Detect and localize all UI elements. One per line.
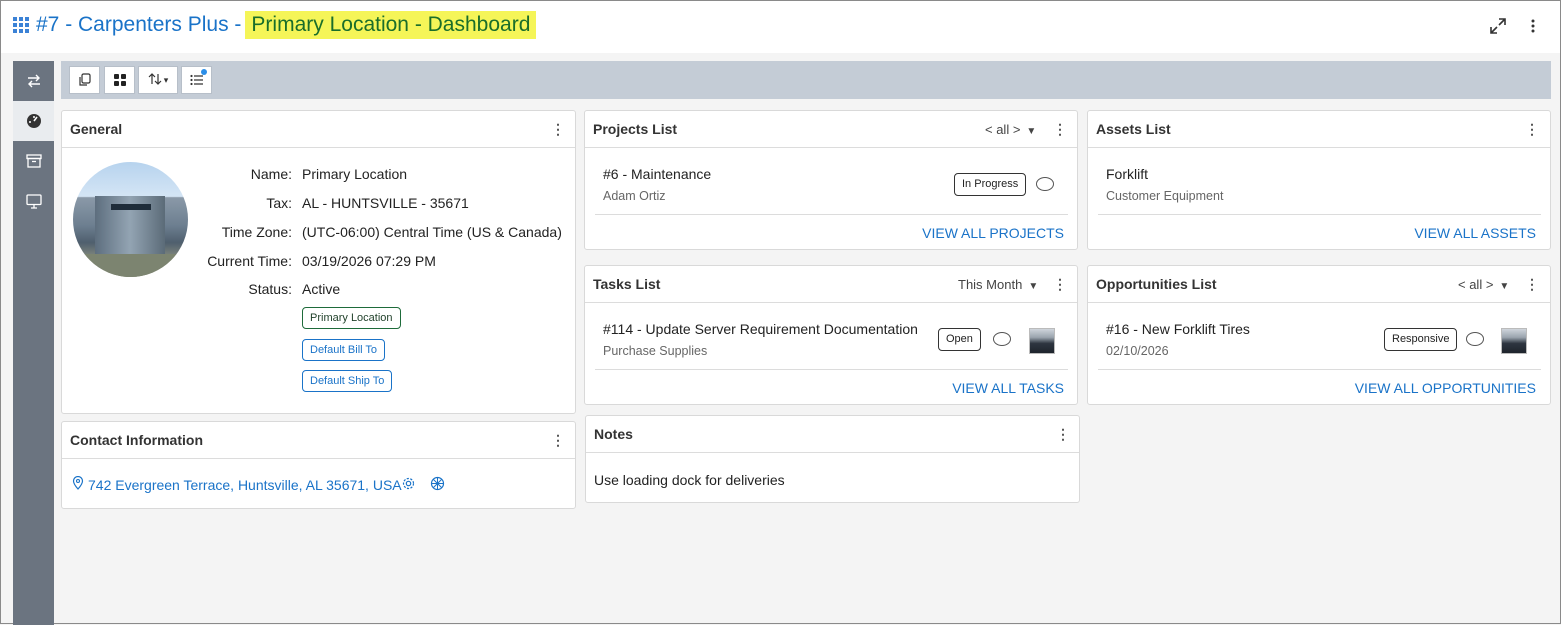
projects-filter-value: < all > xyxy=(985,122,1021,137)
dashboard-gauge-icon[interactable] xyxy=(13,101,54,141)
sort-icon xyxy=(148,72,162,89)
name-label: Name: xyxy=(250,166,292,182)
divider xyxy=(595,369,1068,370)
view-all-tasks-link[interactable]: VIEW ALL TASKS xyxy=(952,380,1064,396)
chevron-down-icon: ▼ xyxy=(1026,126,1037,137)
more-vertical-icon[interactable]: ⋮ xyxy=(551,432,565,448)
chevron-down-icon: ▼ xyxy=(1499,281,1510,292)
sort-button[interactable]: ▾ xyxy=(138,66,178,94)
swap-icon[interactable] xyxy=(13,61,54,101)
copy-icon[interactable] xyxy=(69,66,100,94)
map-pin-icon xyxy=(72,475,84,493)
expand-icon[interactable] xyxy=(1487,17,1509,39)
project-item-owner: Adam Ortiz xyxy=(603,189,666,203)
tasks-filter-dropdown[interactable]: This Month ▼ xyxy=(958,277,1038,292)
address-link[interactable]: 742 Evergreen Terrace, Huntsville, AL 35… xyxy=(72,475,402,493)
avatar[interactable] xyxy=(1029,328,1055,354)
more-vertical-icon[interactable]: ⋮ xyxy=(1053,276,1067,292)
dashboard-toolbar: ▾ xyxy=(61,61,1551,99)
projects-card: Projects List < all > ▼ ⋮ #6 - Maintenanc… xyxy=(584,110,1078,250)
current-time-label: Current Time: xyxy=(207,253,292,269)
asset-item-subtitle: Customer Equipment xyxy=(1106,189,1224,203)
project-status-badge: In Progress xyxy=(954,173,1027,196)
title-highlight: Primary Location - Dashboard xyxy=(245,11,537,39)
more-vertical-icon[interactable]: ⋮ xyxy=(551,121,565,137)
task-status-badge: Open xyxy=(938,328,981,351)
general-card: General ⋮ Name: Primary Location Tax: AL… xyxy=(61,110,576,414)
opportunity-status-badge: Responsive xyxy=(1384,328,1458,351)
tax-value: AL - HUNTSVILLE - 35671 xyxy=(302,195,469,211)
opportunities-filter-value: < all > xyxy=(1458,277,1494,292)
contact-card: Contact Information ⋮ 742 Evergreen Terr… xyxy=(61,421,576,509)
name-value: Primary Location xyxy=(302,166,408,182)
divider xyxy=(1098,369,1541,370)
general-card-title: General xyxy=(62,111,575,148)
projects-filter-dropdown[interactable]: < all > ▼ xyxy=(985,122,1036,137)
globe-network-icon[interactable] xyxy=(430,476,445,496)
current-time-value: 03/19/2026 07:29 PM xyxy=(302,253,436,269)
list-icon[interactable] xyxy=(181,66,212,94)
grid-icon[interactable] xyxy=(13,17,29,33)
view-all-assets-link[interactable]: VIEW ALL ASSETS xyxy=(1414,225,1536,241)
default-bill-to-tag: Default Bill To xyxy=(302,339,386,361)
opportunity-item-date: 02/10/2026 xyxy=(1106,344,1169,358)
asset-item-title[interactable]: Forklift xyxy=(1106,166,1148,182)
view-all-projects-link[interactable]: VIEW ALL PROJECTS xyxy=(922,225,1064,241)
more-vertical-icon[interactable]: ⋮ xyxy=(1525,276,1539,292)
more-vertical-icon[interactable]: ⋮ xyxy=(1056,426,1070,442)
notes-text: Use loading dock for deliveries xyxy=(594,472,785,488)
divider xyxy=(595,214,1068,215)
comment-icon[interactable] xyxy=(1036,177,1054,191)
contact-card-title: Contact Information xyxy=(62,422,575,459)
tasks-card: Tasks List This Month ▼ ⋮ #114 - Update S… xyxy=(584,265,1078,405)
assets-card: Assets List ⋮ Forklift Customer Equipmen… xyxy=(1087,110,1551,250)
status-label: Status: xyxy=(248,281,292,297)
tasks-filter-value: This Month xyxy=(958,277,1023,292)
settings-gear-icon[interactable] xyxy=(401,476,416,496)
app-window: #7 - Carpenters Plus - Primary Location … xyxy=(0,0,1561,625)
widgets-grid-icon[interactable] xyxy=(104,66,135,94)
opportunities-filter-dropdown[interactable]: < all > ▼ xyxy=(1458,277,1509,292)
archive-box-icon[interactable] xyxy=(13,141,54,181)
chevron-down-icon: ▼ xyxy=(1028,281,1039,292)
assets-card-title: Assets List xyxy=(1088,111,1550,148)
view-all-opportunities-link[interactable]: VIEW ALL OPPORTUNITIES xyxy=(1355,380,1536,396)
address-text: 742 Evergreen Terrace, Huntsville, AL 35… xyxy=(88,476,402,493)
monitor-icon[interactable] xyxy=(13,181,54,221)
sort-caret: ▾ xyxy=(163,74,169,85)
task-item-subtitle: Purchase Supplies xyxy=(603,344,708,358)
divider xyxy=(1098,214,1541,215)
avatar[interactable] xyxy=(1501,328,1527,354)
comment-icon[interactable] xyxy=(1466,332,1484,346)
notes-card-title: Notes xyxy=(586,416,1079,453)
tax-label: Tax: xyxy=(266,195,292,211)
title-prefix: #7 - Carpenters Plus - xyxy=(36,13,242,36)
comment-icon[interactable] xyxy=(993,332,1011,346)
title-bar: #7 - Carpenters Plus - Primary Location … xyxy=(1,1,1560,53)
timezone-label: Time Zone: xyxy=(221,224,292,240)
task-item-title[interactable]: #114 - Update Server Requirement Documen… xyxy=(603,321,918,337)
notification-dot xyxy=(201,69,207,75)
timezone-value: (UTC-06:00) Central Time (US & Canada) xyxy=(302,224,562,240)
left-nav xyxy=(13,61,54,625)
opportunity-item-title[interactable]: #16 - New Forklift Tires xyxy=(1106,321,1250,337)
project-item-title[interactable]: #6 - Maintenance xyxy=(603,166,711,182)
status-value: Active xyxy=(302,281,341,297)
more-vertical-icon[interactable]: ⋮ xyxy=(1053,121,1067,137)
primary-location-tag: Primary Location xyxy=(302,307,401,329)
default-ship-to-tag: Default Ship To xyxy=(302,370,393,392)
page-title: #7 - Carpenters Plus - Primary Location … xyxy=(13,11,537,39)
notes-card: Notes ⋮ Use loading dock for deliveries xyxy=(585,415,1080,503)
opportunities-card: Opportunities List < all > ▼ ⋮ #16 - New … xyxy=(1087,265,1551,405)
more-vertical-icon[interactable]: ⋮ xyxy=(1525,121,1539,137)
more-vertical-icon[interactable] xyxy=(1522,17,1544,39)
